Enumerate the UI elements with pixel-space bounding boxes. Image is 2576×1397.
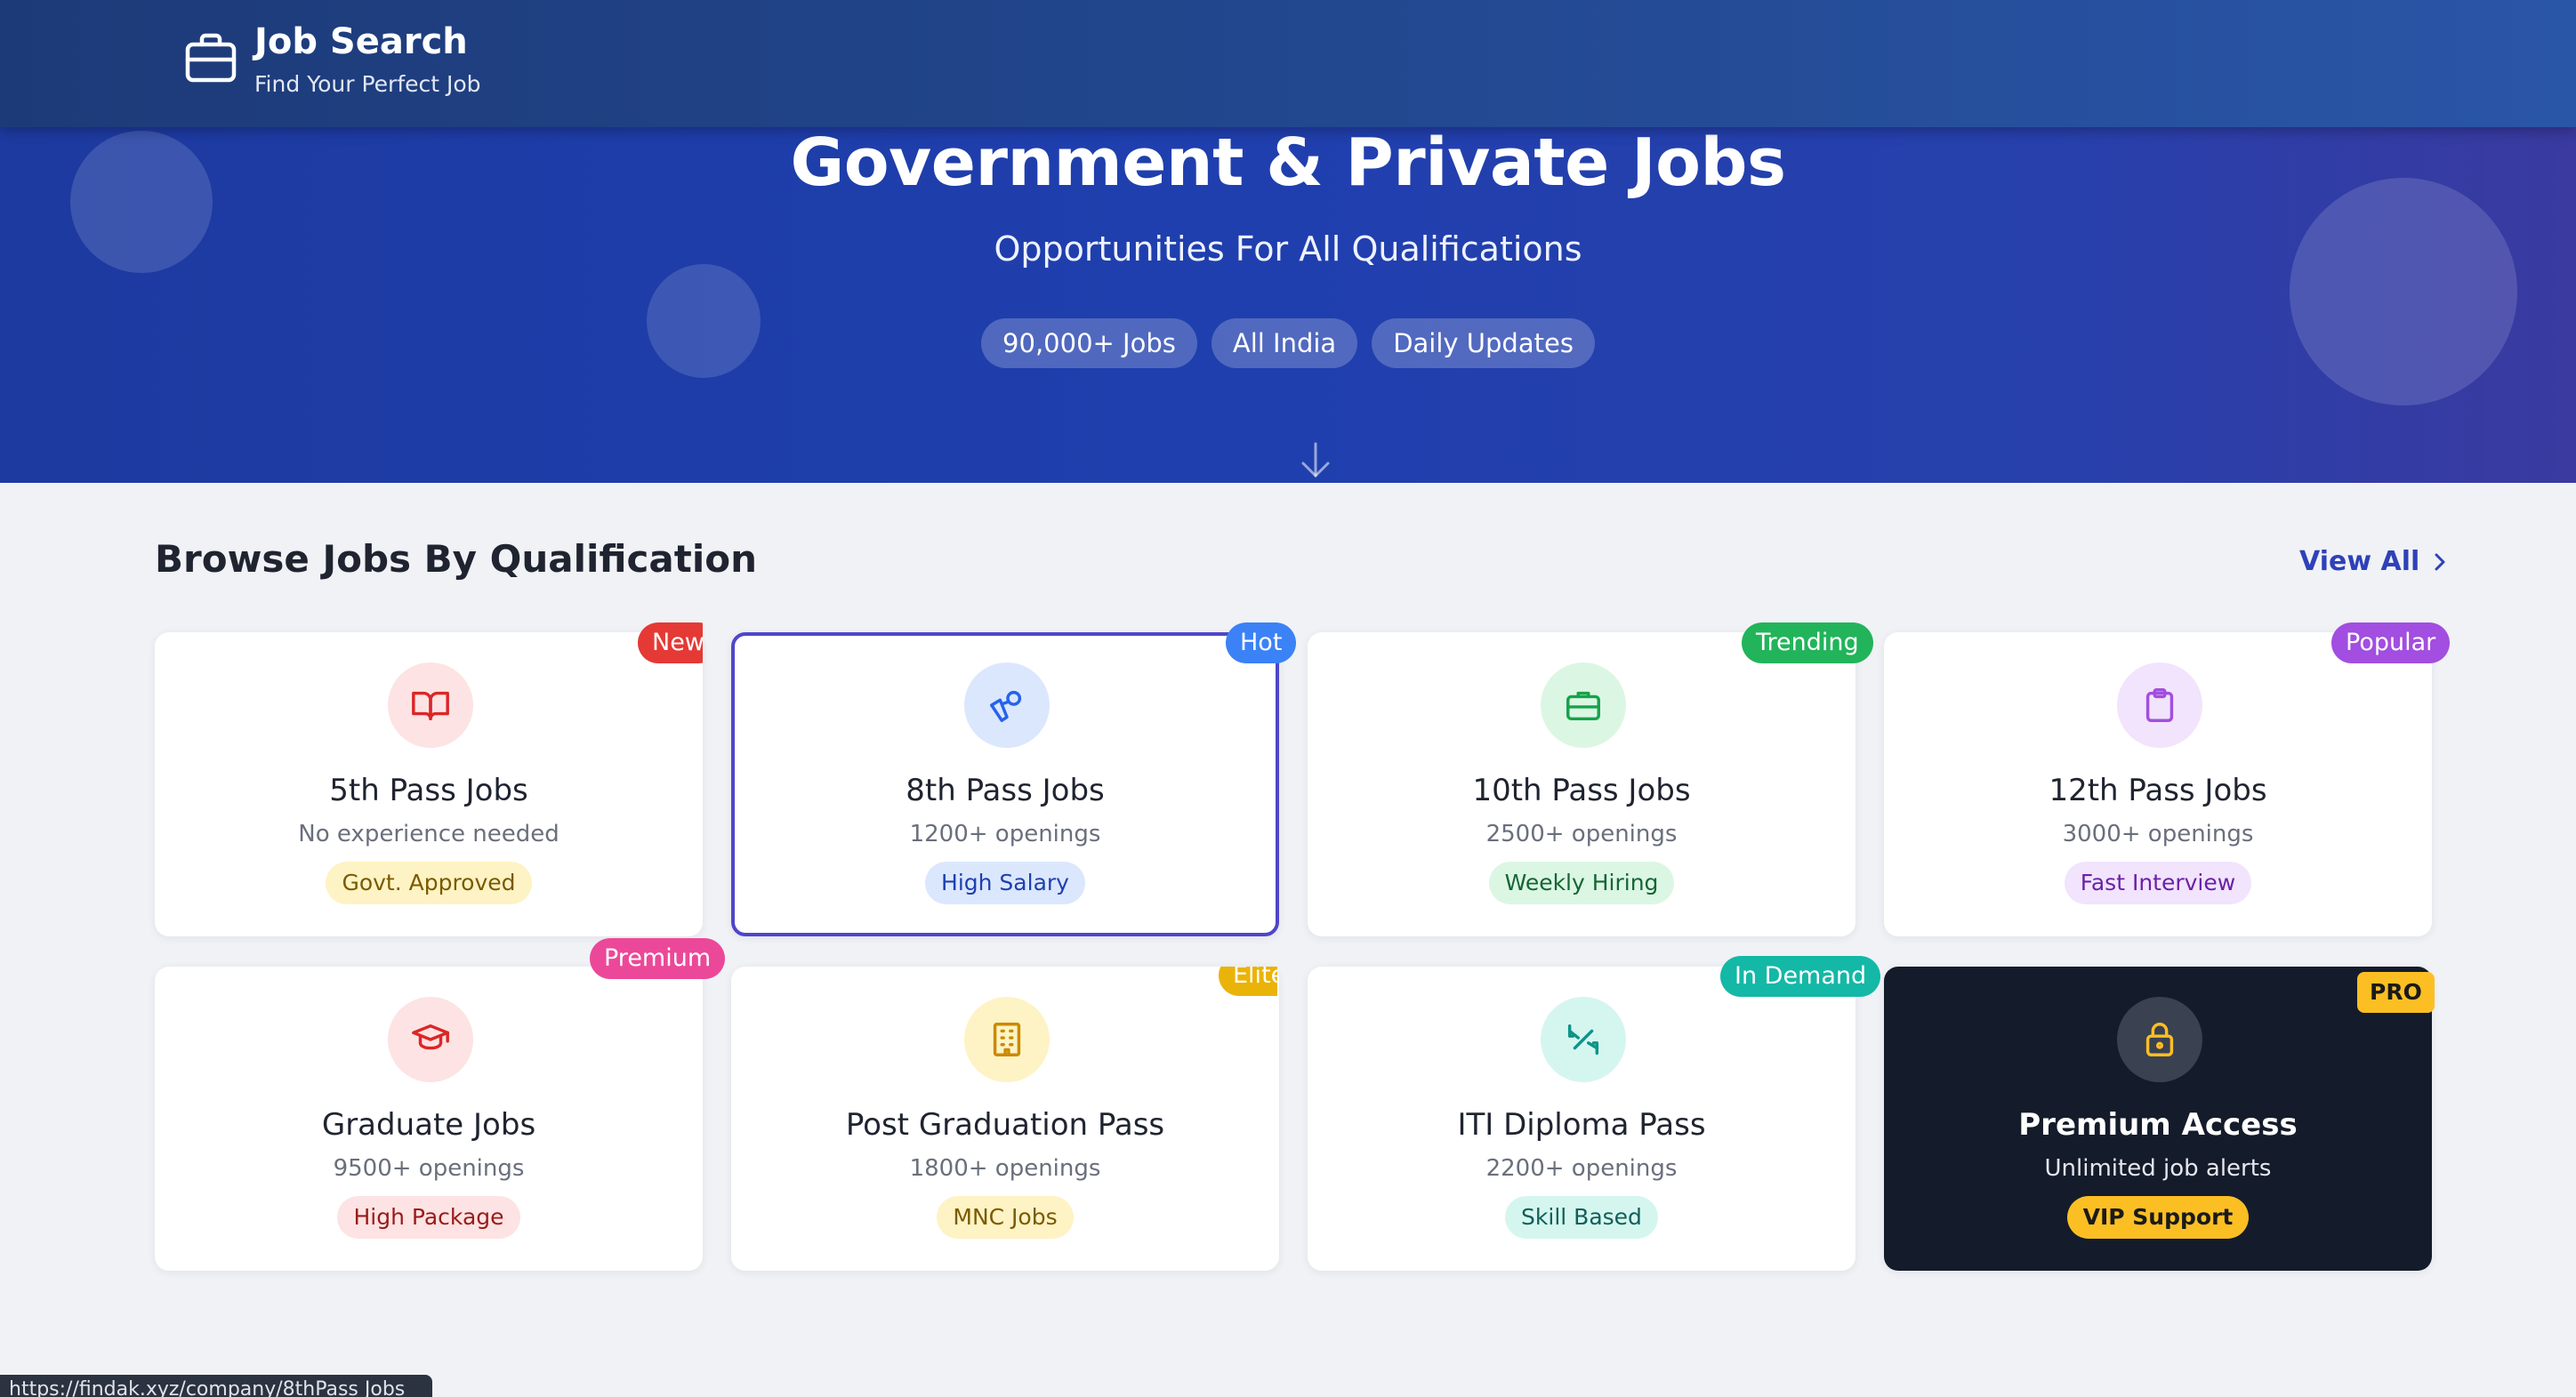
card-title: 5th Pass Jobs — [329, 773, 528, 808]
card-desc: 9500+ openings — [333, 1155, 525, 1182]
card-tag: Skill Based — [1505, 1196, 1658, 1239]
app-subtitle: Find Your Perfect Job — [254, 71, 481, 97]
card-tag: High Salary — [925, 862, 1085, 904]
pill-all-india: All India — [1211, 318, 1358, 368]
card-tag: High Package — [337, 1196, 520, 1239]
card-title: 8th Pass Jobs — [906, 773, 1105, 808]
pill-jobs-count: 90,000+ Jobs — [981, 318, 1197, 368]
card-iti-diploma[interactable]: ITI Diploma Pass 2200+ openings Skill Ba… — [1308, 967, 1856, 1271]
card-desc: No experience needed — [298, 821, 559, 847]
card-tag: MNC Jobs — [937, 1196, 1074, 1239]
status-bar-url: https://findak.xyz/company/8thPass Jobs — [0, 1375, 432, 1397]
badge-elite: Elite — [1219, 967, 1277, 996]
view-all-label: View All — [2299, 546, 2420, 577]
section-title: Browse Jobs By Qualification — [155, 537, 758, 581]
card-5th-pass[interactable]: 5th Pass Jobs No experience needed Govt.… — [155, 632, 703, 936]
card-title: 10th Pass Jobs — [1472, 773, 1691, 808]
card-desc: 1800+ openings — [909, 1155, 1101, 1182]
card-10th-pass[interactable]: 10th Pass Jobs 2500+ openings Weekly Hir… — [1308, 632, 1856, 936]
card-title: Premium Access — [2018, 1107, 2298, 1143]
arrow-down-icon[interactable] — [1298, 440, 1333, 479]
card-title: ITI Diploma Pass — [1457, 1107, 1706, 1143]
lock-icon — [2117, 997, 2202, 1082]
view-all-link[interactable]: View All — [2299, 546, 2451, 577]
badge-popular: Popular — [2331, 622, 2451, 663]
hero-pills: 90,000+ Jobs All India Daily Updates — [0, 318, 2576, 368]
badge-in-demand: In Demand — [1720, 956, 1881, 997]
top-header: Job Search Find Your Perfect Job — [0, 0, 2576, 127]
hero-title: Government & Private Jobs — [790, 124, 1786, 201]
hero-subtitle: Opportunities For All Qualifications — [994, 229, 1582, 269]
chevron-right-icon — [2435, 553, 2445, 570]
briefcase-icon[interactable] — [183, 30, 238, 85]
card-8th-pass[interactable]: 8th Pass Jobs 1200+ openings High Salary — [731, 632, 1279, 936]
card-title: Graduate Jobs — [321, 1107, 536, 1143]
card-tag: Govt. Approved — [326, 862, 532, 904]
card-tag: Fast Interview — [2064, 862, 2252, 904]
badge-premium: Premium — [590, 938, 726, 979]
card-graduate[interactable]: Graduate Jobs 9500+ openings High Packag… — [155, 967, 703, 1271]
card-desc: 1200+ openings — [909, 821, 1101, 847]
card-tag: Weekly Hiring — [1488, 862, 1675, 904]
book-icon — [388, 662, 473, 748]
pill-daily-updates: Daily Updates — [1372, 318, 1595, 368]
card-desc: 2200+ openings — [1485, 1155, 1678, 1182]
badge-pro: PRO — [2357, 972, 2435, 1013]
clipboard-icon — [2117, 662, 2202, 748]
card-desc: 3000+ openings — [2062, 821, 2254, 847]
graduation-cap-icon — [388, 997, 473, 1082]
card-desc: 2500+ openings — [1485, 821, 1678, 847]
badge-trending: Trending — [1742, 622, 1873, 663]
card-12th-pass[interactable]: 12th Pass Jobs 3000+ openings Fast Inter… — [1884, 632, 2432, 936]
app-title[interactable]: Job Search — [254, 21, 468, 62]
briefcase-icon — [1541, 662, 1626, 748]
building-icon — [964, 997, 1050, 1082]
card-desc: Unlimited job alerts — [2044, 1155, 2272, 1182]
badge-new: New — [638, 622, 703, 663]
decorative-circle — [2290, 178, 2517, 405]
pen-tool-icon — [964, 662, 1050, 748]
tools-icon — [1541, 997, 1626, 1082]
card-premium-access[interactable]: Premium Access Unlimited job alerts VIP … — [1884, 967, 2435, 1271]
card-title: 12th Pass Jobs — [2049, 773, 2267, 808]
card-post-graduation[interactable]: Post Graduation Pass 1800+ openings MNC … — [731, 967, 1279, 1271]
card-tag: VIP Support — [2066, 1196, 2250, 1239]
card-title: Post Graduation Pass — [845, 1107, 1165, 1143]
badge-hot: Hot — [1226, 622, 1297, 663]
